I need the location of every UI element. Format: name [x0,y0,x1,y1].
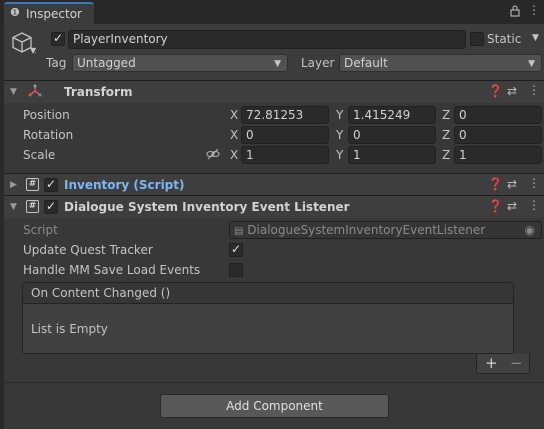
rotation-z-input[interactable]: 0 [454,126,542,144]
on-content-changed-event: On Content Changed () List is Empty [22,282,514,354]
fold-expanded-icon[interactable]: ▼ [10,87,17,97]
check-icon: ✓ [53,31,64,45]
object-header: ▼ ✓ PlayerInventory Static ▼ Tag Untagge… [4,24,544,85]
static-dropdown-arrow-icon[interactable]: ▼ [532,33,539,43]
update-quest-tracker-label: Update Quest Tracker [23,243,153,257]
fold-collapsed-icon[interactable]: ▶ [10,180,17,190]
check-icon: ✓ [46,199,57,213]
handle-mm-save-load-label: Handle MM Save Load Events [23,263,201,277]
transform-body: Position X 72.81253 Y 1.415249 Z 0 Rotat… [4,103,544,169]
object-name-input[interactable]: PlayerInventory [68,30,466,49]
object-picker-icon[interactable]: ◉ [525,222,535,238]
static-label: Static [487,32,522,46]
script-hash-icon: # [26,178,39,191]
listener-component-header[interactable]: ▼ # ✓ Dialogue System Inventory Event Li… [4,195,544,218]
add-component-button[interactable]: Add Component [160,394,389,418]
position-z-input[interactable]: 0 [454,106,542,124]
listener-enabled-checkbox[interactable]: ✓ [44,199,58,214]
event-header: On Content Changed () [23,283,513,304]
axis-x-label[interactable]: X [230,108,238,122]
check-icon: ✓ [231,242,242,256]
axis-z-label[interactable]: Z [442,128,450,142]
transform-icon [28,84,42,101]
preset-sliders-icon[interactable]: ⇄ [507,177,517,191]
script-file-icon: ▤ [234,226,244,237]
remove-item-button[interactable]: − [510,354,523,372]
chevron-down-icon: ▼ [528,59,535,69]
tab-title: Inspector [26,7,82,21]
position-label: Position [23,108,70,122]
help-icon[interactable]: ❓ [488,84,503,98]
axis-y-label[interactable]: Y [336,128,343,142]
tab-bar: ❶ Inspector ⋮ [0,0,544,25]
menu-icon[interactable]: ⋮ [528,198,540,212]
add-item-button[interactable]: + [485,354,498,372]
menu-icon[interactable]: ⋮ [528,83,540,97]
script-object-field[interactable]: ▤ DialogueSystemInventoryEventListener ◉ [229,221,542,239]
active-checkbox[interactable]: ✓ [51,31,65,46]
position-x-input[interactable]: 72.81253 [241,106,329,124]
inventory-title[interactable]: Inventory (Script) [64,178,185,192]
script-value: DialogueSystemInventoryEventListener [247,223,486,237]
help-icon[interactable]: ❓ [488,177,503,191]
transform-header[interactable]: ▼ Transform ❓ ⇄ ⋮ [4,80,544,103]
handle-mm-save-load-checkbox[interactable] [229,263,243,277]
rotation-label: Rotation [23,128,74,142]
info-icon: ❶ [10,6,20,19]
chevron-down-icon[interactable]: ▼ [30,46,36,55]
axis-z-label[interactable]: Z [442,108,450,122]
tag-value: Untagged [77,56,136,70]
inventory-enabled-checkbox[interactable]: ✓ [44,177,58,192]
script-label: Script [23,223,58,237]
layer-value: Default [344,56,388,70]
script-hash-icon: # [26,200,39,213]
transform-title: Transform [64,85,133,99]
axis-y-label[interactable]: Y [336,108,343,122]
scale-y-input[interactable]: 1 [348,146,436,164]
layer-dropdown[interactable]: Default ▼ [339,54,542,72]
menu-icon[interactable]: ⋮ [528,3,540,17]
chevron-down-icon: ▼ [274,59,281,69]
position-y-input[interactable]: 1.415249 [348,106,436,124]
preset-sliders-icon[interactable]: ⇄ [507,199,517,213]
scale-label: Scale [23,148,56,162]
check-icon: ✓ [46,177,57,191]
scale-x-input[interactable]: 1 [241,146,329,164]
lock-icon[interactable] [510,5,520,20]
divider [4,382,544,383]
listener-title: Dialogue System Inventory Event Listener [64,200,350,214]
tab-inspector[interactable]: ❶ Inspector [4,2,94,24]
tag-dropdown[interactable]: Untagged ▼ [72,54,288,72]
rotation-y-input[interactable]: 0 [348,126,436,144]
event-empty-text: List is Empty [31,322,108,336]
menu-icon[interactable]: ⋮ [528,176,540,190]
help-icon[interactable]: ❓ [488,199,503,213]
scale-z-input[interactable]: 1 [454,146,542,164]
axis-y-label[interactable]: Y [336,148,343,162]
rotation-x-input[interactable]: 0 [241,126,329,144]
axis-x-label[interactable]: X [230,128,238,142]
constrain-proportions-icon[interactable] [206,148,220,163]
static-checkbox[interactable] [470,32,484,46]
axis-z-label[interactable]: Z [442,148,450,162]
layer-label: Layer [301,56,335,70]
preset-sliders-icon[interactable]: ⇄ [507,84,517,98]
tag-label: Tag [46,56,67,70]
event-list-controls: + − [476,354,530,374]
event-title: On Content Changed () [31,286,171,300]
update-quest-tracker-checkbox[interactable]: ✓ [229,242,243,257]
axis-x-label[interactable]: X [230,148,238,162]
inventory-component-header[interactable]: ▶ # ✓ Inventory (Script) ❓ ⇄ ⋮ [4,173,544,196]
fold-expanded-icon[interactable]: ▼ [10,202,17,212]
